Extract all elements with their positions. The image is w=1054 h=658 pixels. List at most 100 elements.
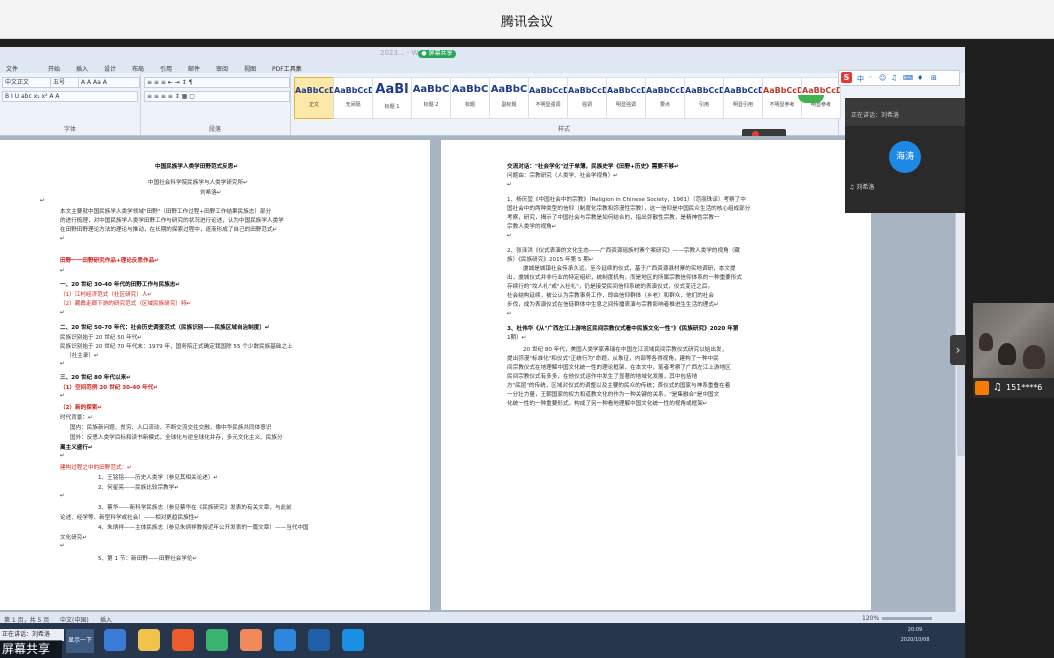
- font-group-label: 字体: [63, 126, 76, 133]
- style-item[interactable]: AaBbCcDd 引用: [684, 77, 724, 119]
- punctuation-icon[interactable]: ᵕ: [869, 74, 872, 82]
- document-line: 离主义盛行↵: [60, 445, 93, 451]
- speaking-label: 正在讲话：刘希洛: [851, 112, 900, 119]
- document-line: ↵: [60, 361, 65, 367]
- document-line: 出，虞城仪式并非行业的特定组织，统制度机构，而是地区的所属宗教信仰体系的一种重要…: [507, 275, 742, 281]
- collapse-panel-button[interactable]: ›: [950, 335, 966, 365]
- tab-pdf-tools[interactable]: PDF工具集: [272, 64, 302, 73]
- ime-toolbar[interactable]: S 中 ᵕ ☺ ♫ ⌨ ♦ ⊞: [838, 70, 960, 86]
- document-line: 中国社会科学院民族学与人类学研究所↵: [148, 180, 248, 186]
- status-zoom[interactable]: 120%: [862, 615, 879, 622]
- tab-layout[interactable]: 布局: [132, 64, 144, 73]
- document-line: 中国民族学人类学田野范式反思↵: [155, 164, 238, 170]
- tab-insert[interactable]: 插入: [76, 64, 88, 73]
- tab-references[interactable]: 引用: [160, 64, 172, 73]
- style-item[interactable]: AaBbC 标题 2: [411, 77, 451, 119]
- style-item[interactable]: AaBbCcDd 不明显强调: [528, 77, 568, 119]
- document-line: ↵: [60, 453, 65, 459]
- app-icon[interactable]: [240, 629, 262, 651]
- style-sample: AaBbCcDd: [802, 86, 840, 95]
- style-item[interactable]: AaBbCcDd 无间隔: [333, 77, 373, 119]
- document-line: ↵: [507, 182, 512, 188]
- tab-file[interactable]: 文件: [6, 64, 18, 73]
- style-sample: AaBbCcDd: [607, 86, 645, 95]
- format-tools[interactable]: B I U abc x₂ x² A A: [2, 91, 138, 102]
- font-tools[interactable]: A A Aa A: [78, 77, 140, 88]
- style-item[interactable]: AaBbCcDd 强调: [567, 77, 607, 119]
- system-clock[interactable]: 20:09 2020/10/08: [895, 625, 935, 645]
- ribbon-tabs: 文件 开始 插入 设计 布局 引用 邮件 审阅 视图 PDF工具集: [0, 61, 965, 73]
- status-page: 第 1 页，共 5 页: [4, 617, 50, 623]
- user-icon: [975, 381, 989, 395]
- styles-group: AaBbCcDd正文AaBbCcDd无间隔AaBl标题 1AaBbC标题 2Aa…: [290, 73, 841, 135]
- participant-video-tile[interactable]: ♫ 151****6: [973, 303, 1054, 398]
- style-item[interactable]: AaBbCcDd 明显引用: [723, 77, 763, 119]
- menu-icon[interactable]: ⊞: [931, 74, 937, 82]
- browser-icon[interactable]: [104, 629, 126, 651]
- style-item[interactable]: AaBbC 标题: [450, 77, 490, 119]
- tab-review[interactable]: 审阅: [216, 64, 228, 73]
- style-item[interactable]: AaBbCcDd 不明显参考: [762, 77, 802, 119]
- document-line: 一分壮力量，王朝国家的权力和道教文化的作为一种关键的关系，"是集融合"是中国文: [507, 392, 720, 398]
- font-name-select[interactable]: 中文正文: [2, 77, 52, 88]
- app-icon[interactable]: [274, 629, 296, 651]
- document-line: 1、王铭铭——历史人类学（参见其相关论述）↵: [98, 475, 219, 481]
- tab-mailings[interactable]: 邮件: [188, 64, 200, 73]
- document-line: 刘希洛↵: [200, 190, 222, 196]
- mic-icon: ♫: [993, 382, 1002, 393]
- style-name: 标题: [464, 102, 475, 108]
- style-name: 明显强调: [615, 102, 636, 108]
- style-name: 副标题: [501, 102, 517, 108]
- presenter-avatar[interactable]: 海涛: [889, 141, 921, 173]
- emoji-icon[interactable]: ☺: [879, 74, 886, 82]
- tab-view[interactable]: 视图: [244, 64, 256, 73]
- media-player-icon[interactable]: [172, 629, 194, 651]
- style-sample: AaBbCcDd: [646, 86, 684, 95]
- keyboard-icon[interactable]: ⌨: [903, 74, 913, 82]
- document-line: ↵: [507, 311, 512, 317]
- list-tools[interactable]: ≡ ≡ ≡ ⇤ ⇥ ↕ ¶: [144, 77, 290, 88]
- tab-design[interactable]: 设计: [104, 64, 116, 73]
- page-right[interactable]: 交流对话："社会学化"过于单薄，民族史学《田野+历史》需要不够↵ 问题由：宗教研究…: [441, 140, 871, 610]
- word-icon[interactable]: [308, 629, 330, 651]
- skin-icon[interactable]: ♦: [917, 74, 923, 82]
- wechat-icon[interactable]: [206, 629, 228, 651]
- document-line: 民族识别始于 20 世纪 70 年代末：1979 年，国务院正式确定我国除 55…: [60, 344, 293, 350]
- style-sample: AaBbCcDd: [295, 86, 333, 95]
- style-item[interactable]: AaBbCcDd 要点: [645, 77, 685, 119]
- font-size-select[interactable]: 五号: [50, 77, 80, 88]
- document-line: 化统一性的一种重要形式，构成了另一种看地理解中国文化统一性的视角或框架↵: [507, 401, 708, 407]
- start-button[interactable]: 显示一下: [66, 629, 94, 653]
- windows-taskbar: 正在讲话：刘希洛 显示一下 20:09 2020/10/08: [0, 623, 965, 658]
- meeting-tab-handle[interactable]: [798, 95, 824, 103]
- ribbon: 中文正文 五号 A A Aa A B I U abc x₂ x² A A 字体 …: [0, 73, 965, 136]
- align-tools[interactable]: ≡ ≡ ≡ ≡ ↕ ▦ ▢: [144, 91, 290, 102]
- document-line: ↵: [60, 393, 65, 399]
- style-item[interactable]: AaBbCcDd 正文: [294, 77, 334, 119]
- document-line: 在田野田野理论方法的理论与推动，在长期的探索过程中，逐渐形成了自己的田野范式↵: [60, 227, 278, 233]
- speaker-panel-header: 正在讲话：刘希洛: [845, 98, 965, 126]
- document-line: 国内：民族新问题、贫穷、人口流动、不断交流交往交融，像中华民族共同体意识: [70, 425, 272, 431]
- style-name: 正文: [308, 102, 319, 108]
- meeting-app-icon[interactable]: [342, 629, 364, 651]
- mic-icon[interactable]: ♫: [891, 74, 897, 82]
- screen-share-label: 屏幕共享: [0, 640, 62, 658]
- screen-share-pill[interactable]: ● 屏幕共享: [418, 50, 456, 58]
- style-name: 强调: [581, 102, 592, 108]
- page-left[interactable]: 中国民族学人类学田野范式反思↵ 中国社会科学院民族学与人类学研究所↵ 刘希洛↵ ↵ 本文…: [0, 140, 430, 610]
- style-sample: AaBbCcDd: [568, 86, 606, 95]
- folder-icon[interactable]: [138, 629, 160, 651]
- zoom-slider[interactable]: [882, 617, 932, 620]
- document-line: 3、蔡华——新科学民族志（参见蔡华在《民族研究》发表的有关文章，与此前: [98, 505, 292, 511]
- style-item[interactable]: AaBbCcDd 明显强调: [606, 77, 646, 119]
- chinese-mode-icon[interactable]: 中: [857, 74, 864, 84]
- style-item[interactable]: AaBbC 副标题: [489, 77, 529, 119]
- style-sample: AaBbCcDd: [763, 86, 801, 95]
- document-area: 中国民族学人类学田野范式反思↵ 中国社会科学院民族学与人类学研究所↵ 刘希洛↵ ↵ 本文…: [0, 136, 965, 612]
- style-name: 标题 1: [384, 104, 400, 110]
- style-item[interactable]: AaBl 标题 1: [372, 77, 412, 119]
- document-line: 的进行梳理，对中国民族学人类学田野工作与研究的状况进行论述，认为中国民族学人类学: [60, 218, 284, 224]
- style-sample: AaBbCcDd: [724, 86, 762, 95]
- tab-home[interactable]: 开始: [48, 64, 60, 73]
- person-silhouette: [998, 343, 1016, 365]
